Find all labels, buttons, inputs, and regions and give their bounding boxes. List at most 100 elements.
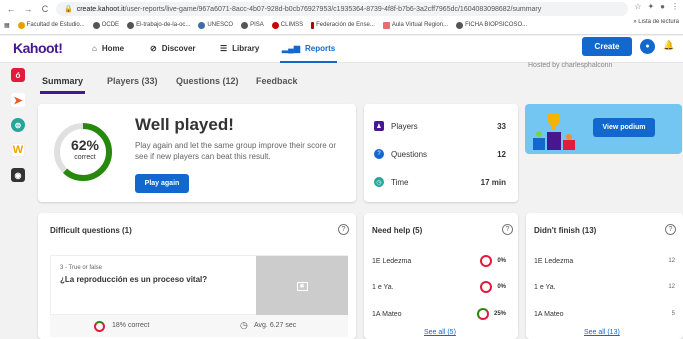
bookmark-icon <box>92 21 100 29</box>
bookmark-label: Aula Virtual Region... <box>391 22 449 28</box>
reload-icon[interactable]: C <box>39 4 51 14</box>
kahoot-logo[interactable]: Kahoot! <box>13 40 63 56</box>
extension-icon[interactable]: ✦ <box>647 2 654 11</box>
bookmark-icon <box>382 21 390 29</box>
bookmark-item[interactable]: CLIMSS <box>271 21 303 29</box>
browser-chrome: ← → C 🔒 create.kahoot.it/user-reports/li… <box>0 0 683 35</box>
need-help-card: Need help (5) ? 1E Ledezma 0% 1 e Ya. 0%… <box>364 213 518 339</box>
bookmark-label: El-trabajo-de-la-oc... <box>136 22 191 28</box>
bookmark-item[interactable]: OCDE <box>92 21 120 29</box>
player-name: 1A Mateo <box>372 310 402 318</box>
list-item[interactable]: 1 e Ya. 12 <box>534 280 675 294</box>
question-footer: 18% correct ◷ Avg. 6.27 sec <box>50 315 348 337</box>
question-card[interactable]: 3 - True or false ¿La reproducción es un… <box>50 255 348 316</box>
w-app-icon[interactable]: W <box>11 143 25 157</box>
clock-icon: ◷ <box>374 177 384 187</box>
list-item[interactable]: 1A Mateo 25% <box>372 307 506 321</box>
see-all-link[interactable]: See all (5) <box>424 329 456 336</box>
apps-icon[interactable]: ▦ <box>4 22 10 29</box>
nav-home[interactable]: ⌂ Home <box>92 44 124 53</box>
bookmark-item[interactable]: Aula Virtual Region... <box>382 21 449 29</box>
kahoot-app-icon[interactable]: ó <box>11 68 25 82</box>
bookmark-label: FICHA BIOPSICOSO... <box>465 22 528 28</box>
nav-discover[interactable]: ⊘ Discover <box>150 44 196 53</box>
lock-icon: 🔒 <box>64 6 73 13</box>
bookmark-item[interactable]: FICHA BIOPSICOSO... <box>456 21 528 29</box>
bookmark-item[interactable]: UNESCO <box>198 21 233 29</box>
difficult-questions-card: Difficult questions (1) ? 3 - True or fa… <box>38 213 356 339</box>
compass-icon: ⊘ <box>150 44 157 53</box>
nav-reports[interactable]: ▂▄▆ Reports <box>279 44 338 64</box>
bookmark-item[interactable]: Facultad de Estudio... <box>17 21 85 29</box>
bookmark-label: Facultad de Estudio... <box>26 22 85 28</box>
help-icon[interactable]: ? <box>338 224 349 235</box>
image-placeholder-icon: ▣ <box>296 281 308 291</box>
bookmark-icon <box>311 21 315 29</box>
podium-card: View podium <box>525 104 682 154</box>
address-bar[interactable]: 🔒 create.kahoot.it/user-reports/live-gam… <box>56 2 628 16</box>
stats-card: ♟ Players 33 ? Questions 12 ◷ Time 17 mi… <box>364 104 518 202</box>
browser-actions: ☆ ✦ ● ⋮ <box>634 2 679 11</box>
create-button[interactable]: Create <box>582 37 632 56</box>
bookmark-label: PISA <box>250 22 264 28</box>
player-name: 1A Mateo <box>534 310 564 318</box>
bookmarks-more[interactable]: » <box>633 19 636 25</box>
home-icon: ⌂ <box>92 44 97 53</box>
stat-questions-value: 12 <box>497 149 506 159</box>
stat-players: ♟ Players 33 <box>374 119 506 133</box>
arrow-app-icon[interactable]: ➤ <box>11 93 25 107</box>
stat-players-label: Players <box>391 121 418 131</box>
stat-questions-label: Questions <box>391 149 428 159</box>
player-score: 25% <box>493 311 506 317</box>
percent-label: correct <box>74 154 96 161</box>
bell-icon[interactable]: 🔔 <box>663 40 674 51</box>
menu-icon[interactable]: ⋮ <box>671 2 679 11</box>
play-again-button[interactable]: Play again <box>135 174 189 193</box>
profile-icon[interactable]: ● <box>660 2 665 11</box>
bookmark-item[interactable]: El-trabajo-de-la-oc... <box>127 21 191 29</box>
nav-home-label: Home <box>101 44 125 53</box>
summary-title: Well played! <box>135 115 234 134</box>
didnt-finish-card: Didn't finish (13) ? 1E Ledezma 12 1 e Y… <box>526 213 683 339</box>
bookmark-label: OCDE <box>101 22 120 28</box>
help-icon[interactable]: ? <box>665 224 676 235</box>
nav-library[interactable]: ☰ Library <box>220 44 259 53</box>
need-help-title: Need help (5) <box>372 226 423 235</box>
avatar[interactable]: ● <box>640 39 655 54</box>
bookmark-icon <box>198 21 206 29</box>
list-item[interactable]: 1E Ledezma 0% <box>372 254 506 268</box>
tab-questions[interactable]: Questions (12) <box>176 76 239 86</box>
correct-ring-icon <box>94 321 105 332</box>
score-ring-icon <box>480 255 493 267</box>
camera-app-icon[interactable]: ◉ <box>11 168 25 182</box>
bookmark-icon <box>241 21 249 29</box>
list-item[interactable]: 1A Mateo 5 <box>534 307 675 321</box>
didnt-finish-title: Didn't finish (13) <box>534 226 597 235</box>
back-icon[interactable]: ← <box>5 4 17 14</box>
tab-players[interactable]: Players (33) <box>107 76 158 86</box>
chat-app-icon[interactable]: ⊜ <box>11 118 25 132</box>
question-image: ▣ <box>256 256 348 316</box>
see-all-link[interactable]: See all (13) <box>584 329 620 336</box>
bookmark-item[interactable]: PISA <box>241 21 264 29</box>
player-answered: 12 <box>668 258 675 264</box>
player-answered: 5 <box>671 311 675 317</box>
stat-players-value: 33 <box>497 121 506 131</box>
star-icon[interactable]: ☆ <box>634 2 641 11</box>
bookmark-icon <box>456 21 464 29</box>
tab-summary[interactable]: Summary <box>39 76 86 94</box>
tab-feedback[interactable]: Feedback <box>256 76 298 86</box>
forward-icon[interactable]: → <box>22 4 34 14</box>
correct-percent: 62% correct <box>58 137 112 161</box>
help-icon[interactable]: ? <box>502 224 513 235</box>
bookmark-item[interactable]: Federación de Ense... <box>311 21 375 29</box>
trophy-podium-icon <box>533 114 575 150</box>
player-name: 1 e Ya. <box>372 283 394 291</box>
reading-list[interactable]: Lista de lectura <box>638 19 679 25</box>
stat-time-value: 17 min <box>480 177 506 187</box>
view-podium-button[interactable]: View podium <box>593 118 655 137</box>
nav-library-label: Library <box>232 44 260 53</box>
list-item[interactable]: 1E Ledezma 12 <box>534 254 675 268</box>
list-item[interactable]: 1 e Ya. 0% <box>372 280 506 294</box>
bookmark-icon <box>271 21 279 29</box>
